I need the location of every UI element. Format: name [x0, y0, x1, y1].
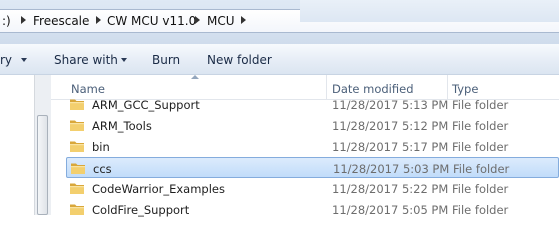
share-with-button[interactable]: Share with	[54, 53, 118, 67]
file-name: ARM_GCC_Support	[92, 98, 200, 112]
breadcrumb-freescale[interactable]: Freescale	[33, 14, 89, 28]
nav-scrollbar[interactable]	[34, 75, 51, 215]
file-list[interactable]: Name Date modified Type ARM_GCC_Support 1…	[51, 75, 559, 217]
file-name: bin	[92, 140, 110, 154]
file-date-modified: 11/28/2017 5:22 PM	[332, 182, 449, 196]
chevron-right-icon[interactable]	[96, 16, 101, 24]
file-type: File folder	[452, 98, 509, 112]
chevron-right-icon[interactable]	[195, 16, 200, 24]
folder-icon	[69, 181, 85, 195]
breadcrumb-drive[interactable]: :)	[2, 14, 11, 28]
file-type: File folder	[452, 119, 509, 133]
file-row[interactable]: bin 11/28/2017 5:17 PM File folder	[66, 136, 559, 157]
chevron-down-icon[interactable]	[21, 58, 27, 62]
new-folder-button[interactable]: New folder	[207, 53, 272, 67]
burn-button[interactable]: Burn	[152, 53, 180, 67]
folder-icon	[69, 202, 85, 216]
organize-button[interactable]: ry	[0, 53, 12, 67]
file-row[interactable]: CodeWarrior_Examples 11/28/2017 5:22 PM Fi…	[66, 178, 559, 199]
file-type: File folder	[452, 140, 509, 154]
file-date-modified: 11/28/2017 5:12 PM	[332, 119, 449, 133]
folder-icon	[69, 97, 85, 111]
chevron-down-icon[interactable]	[121, 58, 127, 62]
file-date-modified: 11/28/2017 5:05 PM	[332, 203, 449, 217]
file-name: ARM_Tools	[92, 119, 152, 133]
command-bar: ry Share with Burn New folder	[0, 44, 559, 75]
folder-icon	[69, 139, 85, 153]
navigation-pane[interactable]	[0, 75, 34, 215]
file-type: File folder	[453, 162, 510, 176]
search-box[interactable]	[300, 0, 559, 22]
nav-scrollbar-thumb[interactable]	[37, 115, 48, 215]
folder-icon	[70, 161, 86, 175]
file-type: File folder	[452, 182, 509, 196]
file-row[interactable]: ARM_Tools 11/28/2017 5:12 PM File folder	[66, 115, 559, 136]
file-type: File folder	[452, 203, 509, 217]
file-name: ColdFire_Support	[92, 203, 190, 217]
file-date-modified: 11/28/2017 5:13 PM	[332, 98, 449, 112]
file-date-modified: 11/28/2017 5:17 PM	[332, 140, 449, 154]
file-name: ccs	[93, 162, 112, 176]
address-area: :) Freescale CW MCU v11.0 MCU	[0, 0, 559, 44]
breadcrumb-cw-mcu[interactable]: CW MCU v11.0	[107, 14, 196, 28]
file-row[interactable]: ARM_GCC_Support 11/28/2017 5:13 PM File fo…	[66, 94, 559, 115]
chevron-right-icon[interactable]	[241, 16, 246, 24]
file-row[interactable]: ccs 11/28/2017 5:03 PM File folder	[66, 157, 559, 178]
file-name: CodeWarrior_Examples	[92, 182, 225, 196]
breadcrumb-mcu[interactable]: MCU	[207, 14, 235, 28]
sort-ascending-icon	[191, 75, 199, 79]
file-row[interactable]: ColdFire_Support 11/28/2017 5:05 PM File f…	[66, 199, 559, 220]
file-date-modified: 11/28/2017 5:03 PM	[333, 162, 450, 176]
folder-icon	[69, 118, 85, 132]
chevron-right-icon[interactable]	[21, 16, 26, 24]
